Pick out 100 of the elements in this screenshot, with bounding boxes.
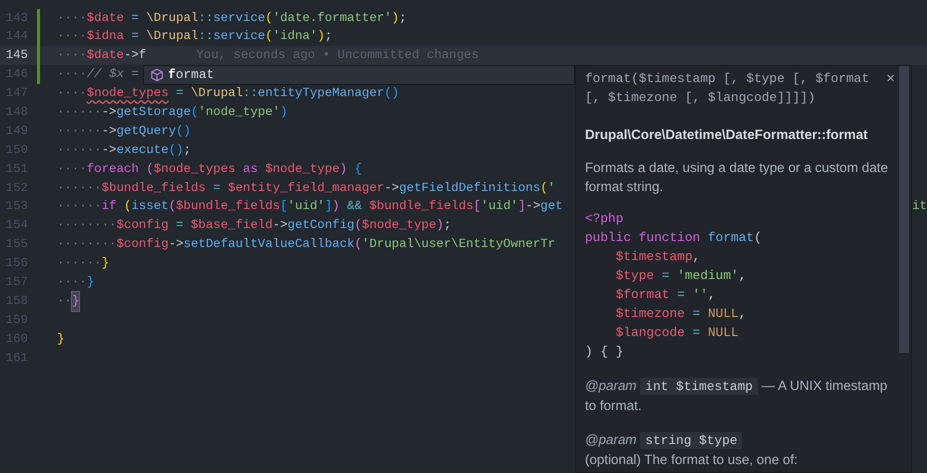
operator: :: bbox=[198, 28, 214, 46]
close-button[interactable]: × bbox=[886, 69, 895, 88]
whitespace-dots: ·· bbox=[57, 292, 72, 310]
bracket: } bbox=[57, 330, 64, 348]
whitespace-dots: ······ bbox=[57, 180, 102, 197]
bracket: ( bbox=[146, 160, 154, 178]
operator: :: bbox=[242, 85, 258, 102]
bracket: ( bbox=[168, 198, 176, 216]
function-name: getConfig bbox=[288, 217, 354, 234]
bracket: ) bbox=[317, 28, 325, 46]
variable: $idna bbox=[86, 28, 124, 46]
string-literal: 'uid' bbox=[288, 198, 325, 216]
matched-bracket: } bbox=[72, 292, 80, 311]
whitespace-dots: ···· bbox=[57, 28, 87, 46]
cube-icon bbox=[150, 68, 164, 82]
whitespace-dots: ······ bbox=[57, 255, 102, 272]
class-name: \Drupal bbox=[190, 85, 243, 102]
operator: = bbox=[130, 28, 140, 46]
code-text: ; bbox=[183, 142, 191, 159]
variable: $timestamp bbox=[616, 249, 692, 264]
string-literal: ' bbox=[548, 180, 556, 197]
bracket: ( bbox=[124, 198, 132, 216]
code-text: , bbox=[708, 287, 716, 302]
operator: = bbox=[174, 217, 184, 234]
variable: $config bbox=[116, 236, 169, 254]
string-literal: 'date.formatter' bbox=[272, 10, 392, 26]
bracket: ) bbox=[280, 104, 288, 121]
keyword: foreach bbox=[86, 160, 140, 178]
whitespace-dots: ······ bbox=[57, 142, 102, 159]
code-text: -> bbox=[102, 122, 116, 140]
code-text: it bbox=[912, 198, 927, 216]
whitespace-dots: ······ bbox=[57, 122, 102, 140]
bracket: () bbox=[168, 142, 184, 159]
whitespace-dots: ···· bbox=[57, 47, 87, 64]
variable: $node_types bbox=[154, 160, 236, 178]
code-text: ) { } bbox=[585, 344, 624, 359]
bracket: [ bbox=[280, 198, 288, 216]
function-name: setDefaultValueCallback bbox=[183, 236, 354, 254]
function-name: format bbox=[708, 230, 754, 245]
function-name: getFieldDefinitions bbox=[399, 180, 540, 197]
keyword: <?php bbox=[585, 211, 624, 226]
operator: = bbox=[692, 325, 702, 340]
whitespace-dots: ········ bbox=[57, 236, 116, 254]
line-number: 145 bbox=[4, 47, 29, 64]
code-text: -> bbox=[102, 104, 116, 121]
bracket: ( bbox=[354, 236, 362, 254]
class-name: \Drupal bbox=[146, 28, 198, 46]
variable: $base_field bbox=[190, 217, 273, 234]
code-text: -> bbox=[102, 142, 116, 159]
code-text: ( bbox=[754, 230, 762, 245]
variable: $langcode bbox=[616, 325, 685, 340]
variable: $entity_field_manager bbox=[228, 180, 384, 197]
bracket: [ bbox=[473, 198, 481, 216]
string-literal: 'uid' bbox=[480, 198, 518, 216]
code-text: ->f bbox=[124, 47, 146, 64]
bracket: ( bbox=[265, 28, 273, 46]
bracket: ) bbox=[436, 217, 444, 234]
string-literal: 'Drupal\user\EntityOwnerTr bbox=[362, 236, 556, 254]
code-text: , bbox=[738, 306, 746, 321]
bracket: ( bbox=[265, 10, 273, 26]
variable: $date bbox=[86, 47, 124, 64]
function-name: getQuery bbox=[116, 122, 176, 140]
hover-title: Drupal\Core\Datetime\DateFormatter::format bbox=[585, 126, 869, 144]
code-text: ; bbox=[399, 10, 407, 26]
bracket: ] bbox=[324, 198, 332, 216]
code-text: -> bbox=[168, 236, 184, 254]
bracket: } bbox=[102, 255, 110, 272]
variable: $node_type bbox=[265, 160, 340, 178]
variable: $node_types bbox=[86, 85, 169, 102]
function-name: get bbox=[540, 198, 563, 216]
string-literal: '' bbox=[692, 287, 708, 302]
variable: $bundle_fields bbox=[102, 180, 206, 197]
variable: $timezone bbox=[616, 306, 685, 321]
operator: && bbox=[346, 198, 363, 216]
string-literal: 'idna' bbox=[272, 28, 318, 46]
keyword: as bbox=[242, 160, 259, 178]
function-name: entityTypeManager bbox=[258, 85, 384, 102]
constant: NULL bbox=[708, 306, 739, 321]
bracket: ( bbox=[190, 104, 198, 121]
scrollbar-thumb[interactable] bbox=[899, 66, 909, 353]
variable: $format bbox=[616, 287, 670, 302]
bracket: } bbox=[86, 274, 94, 291]
code-text: -> bbox=[526, 198, 540, 216]
whitespace-dots: ···· bbox=[57, 160, 87, 178]
code-comment: // $x = bbox=[86, 66, 139, 84]
operator: = bbox=[130, 10, 140, 26]
bracket: ] bbox=[518, 198, 526, 216]
code-text: , bbox=[738, 268, 746, 283]
variable: $type bbox=[616, 268, 654, 283]
bracket: () bbox=[176, 122, 191, 140]
whitespace-dots: ···· bbox=[57, 10, 87, 26]
operator: = bbox=[660, 268, 670, 283]
code-text: ; bbox=[444, 217, 452, 234]
description-text: Formats a date, using a date type or a custom date format string. bbox=[585, 159, 889, 196]
suggestion-item[interactable]: format bbox=[144, 66, 574, 84]
code-text: ; bbox=[324, 28, 332, 46]
whitespace-dots: ···· bbox=[57, 85, 87, 102]
string-literal: 'node_type' bbox=[198, 104, 280, 121]
keyword: if bbox=[102, 198, 118, 216]
function-name: isset bbox=[131, 198, 169, 216]
